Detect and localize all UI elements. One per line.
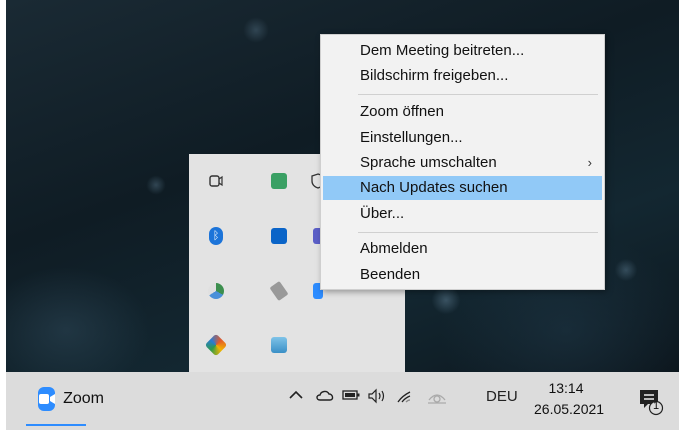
menu-item-switch-language[interactable]: Sprache umschalten › — [323, 151, 602, 175]
outlook-icon[interactable] — [268, 225, 290, 247]
bluetooth-icon[interactable]: ᛒ — [205, 225, 227, 247]
menu-item-join-meeting[interactable]: Dem Meeting beitreten... — [323, 39, 602, 63]
menu-item-check-updates[interactable]: Nach Updates suchen — [323, 176, 602, 200]
menu-item-open-zoom[interactable]: Zoom öffnen — [323, 100, 602, 124]
menu-separator — [358, 232, 598, 233]
menu-item-label: Sprache umschalten — [360, 154, 497, 171]
image-app-icon[interactable] — [268, 334, 290, 356]
taskbar: Zoom DEU 13:14 26.05.2021 1 — [6, 372, 679, 430]
clock-date: 26.05.2021 — [534, 401, 605, 417]
notification-count-badge: 1 — [652, 400, 660, 412]
menu-item-share-screen[interactable]: Bildschirm freigeben... — [323, 64, 602, 88]
menu-separator — [358, 94, 598, 95]
onedrive-cloud-icon[interactable] — [315, 388, 335, 406]
chevron-right-icon: › — [587, 155, 592, 170]
menu-item-quit[interactable]: Beenden — [323, 263, 602, 287]
green-app-icon[interactable] — [268, 170, 290, 192]
battery-icon[interactable] — [342, 388, 360, 406]
active-app-indicator — [26, 424, 86, 426]
taskbar-app-label: Zoom — [63, 390, 104, 407]
notification-center-button[interactable]: 1 — [638, 386, 664, 416]
taskbar-zoom-button[interactable]: Zoom — [8, 372, 104, 426]
chrome-like-icon[interactable] — [205, 280, 227, 302]
notification-icon — [640, 390, 664, 416]
zoom-app-icon — [38, 387, 56, 411]
meet-now-icon[interactable] — [205, 170, 227, 192]
menu-item-sign-out[interactable]: Abmelden — [323, 237, 602, 261]
usb-drive-icon[interactable] — [268, 280, 290, 302]
wifi-icon[interactable] — [396, 388, 414, 408]
volume-icon[interactable] — [367, 388, 387, 408]
menu-item-about[interactable]: Über... — [323, 202, 602, 226]
menu-item-settings[interactable]: Einstellungen... — [323, 126, 602, 150]
input-language-indicator[interactable]: DEU — [486, 388, 518, 405]
chevron-up-icon[interactable] — [288, 388, 304, 406]
taskbar-clock[interactable]: 13:14 26.05.2021 — [534, 378, 605, 420]
paint-icon[interactable] — [204, 333, 228, 357]
network-icon[interactable] — [425, 388, 449, 408]
clock-time: 13:14 — [548, 380, 584, 396]
zoom-context-menu: Dem Meeting beitreten... Bildschirm frei… — [320, 34, 605, 290]
